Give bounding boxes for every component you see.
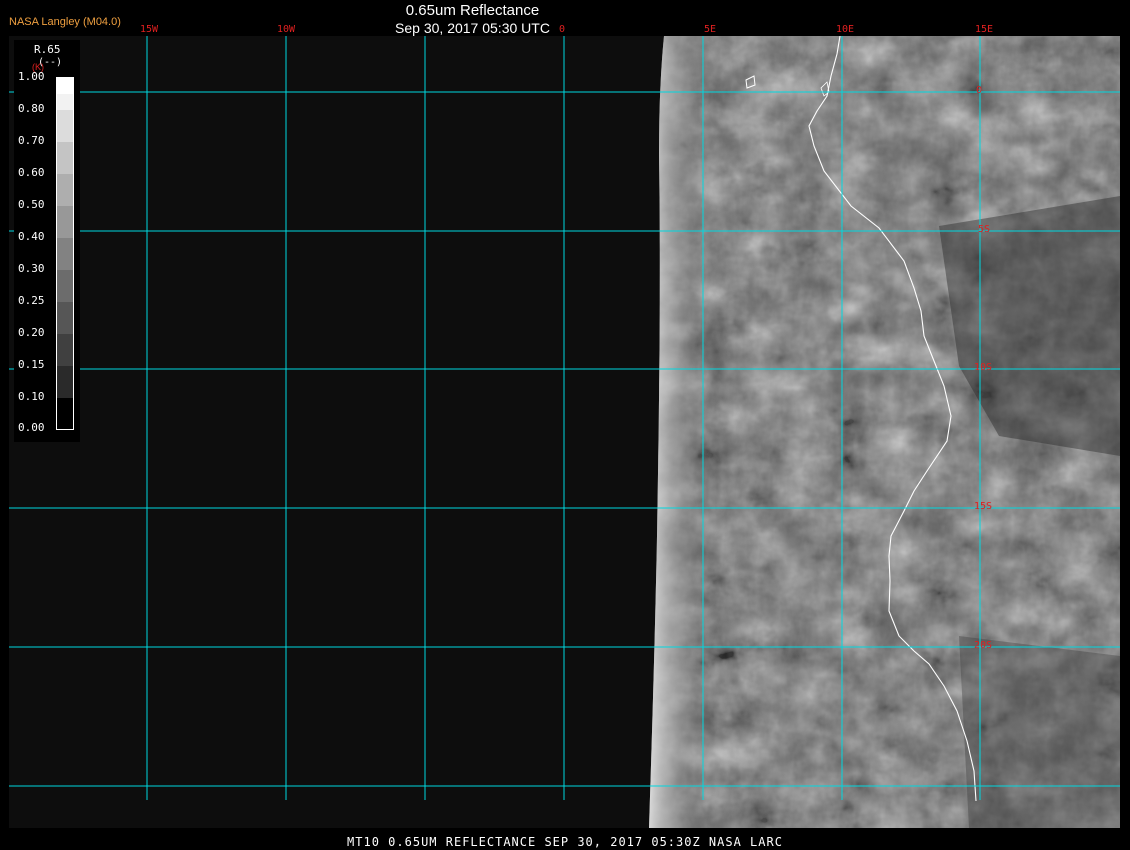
legend-tick: 0.70	[18, 134, 45, 147]
footer-caption: MT10 0.65UM REFLECTANCE SEP 30, 2017 05:…	[347, 835, 783, 849]
legend-color-bar	[56, 77, 74, 430]
lon-label-10e: 10E	[836, 24, 855, 35]
satellite-map[interactable]	[9, 36, 1120, 828]
legend-title: R.65	[34, 43, 61, 56]
lat-label-5s: 5S	[978, 224, 991, 235]
image-frame: NASA Langley (M04.0) 0.65um Reflectance …	[0, 0, 1130, 850]
map-title: 0.65um Reflectance	[405, 2, 540, 19]
legend-tick: 0.40	[18, 230, 45, 243]
legend-tick: 0.50	[18, 198, 45, 211]
legend-tick: 0.30	[18, 262, 45, 275]
lat-label-10s: 10S	[974, 362, 993, 373]
legend-tick: 0.80	[18, 102, 45, 115]
legend-tick: 1.00	[18, 70, 45, 83]
lat-label-0: 0	[976, 85, 983, 96]
lat-label-15s: 15S	[974, 501, 993, 512]
lon-label-0: 0	[559, 24, 566, 35]
legend-tick: 0.20	[18, 326, 45, 339]
legend-tick: 0.10	[18, 390, 45, 403]
lon-label-15e: 15E	[975, 24, 994, 35]
lon-label-15w: 15W	[140, 24, 159, 35]
legend-tick: 0.25	[18, 294, 45, 307]
legend-tick: 0.60	[18, 166, 45, 179]
lon-label-10w: 10W	[277, 24, 296, 35]
lat-label-20s: 20S	[974, 640, 993, 651]
satellite-imagery	[649, 36, 1120, 828]
legend-tick: 0.00	[18, 421, 45, 434]
lon-label-5e: 5E	[704, 24, 717, 35]
legend-tick: 0.15	[18, 358, 45, 371]
